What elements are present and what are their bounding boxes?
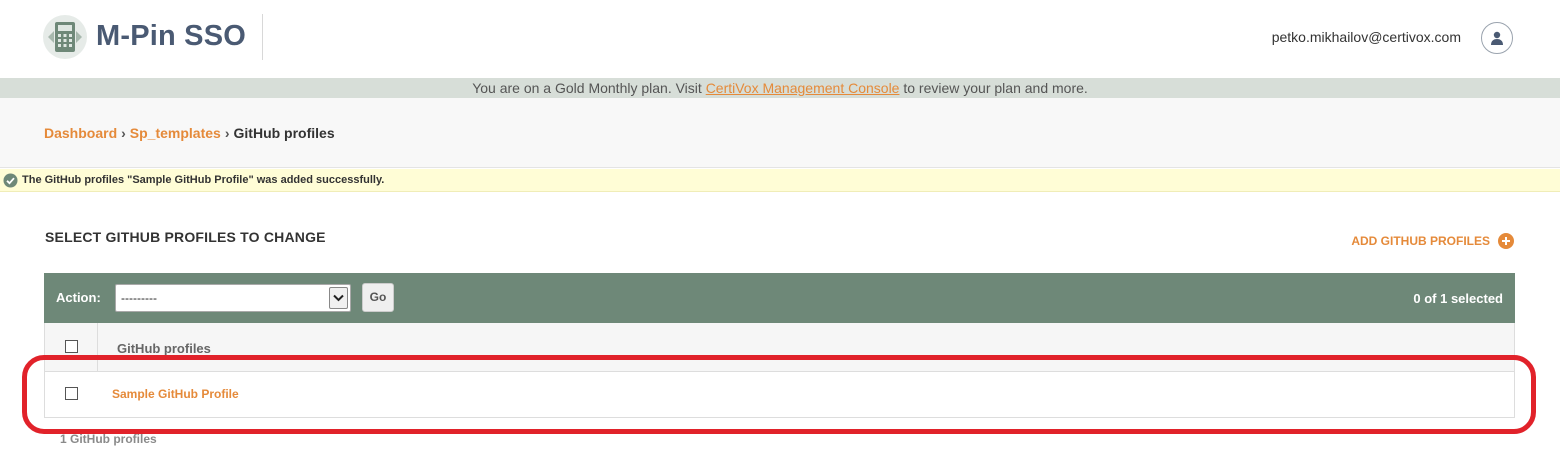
- go-button[interactable]: Go: [362, 283, 394, 312]
- plan-banner-prefix: You are on a Gold Monthly plan. Visit: [472, 80, 706, 96]
- results-table: GitHub profiles Sample GitHub Profile: [44, 323, 1515, 418]
- management-console-link[interactable]: CertiVox Management Console: [706, 80, 900, 96]
- header-divider: [262, 14, 263, 60]
- brand-name[interactable]: M-Pin SSO: [96, 20, 246, 53]
- chevron-down-icon[interactable]: [329, 287, 348, 309]
- breadcrumb: Dashboard › Sp_templates › GitHub profiles: [44, 125, 335, 141]
- select-all-checkbox[interactable]: [65, 340, 78, 353]
- selected-count: 0 of 1 selected: [1413, 291, 1503, 306]
- add-github-profiles-label: ADD GITHUB PROFILES: [1351, 234, 1490, 248]
- action-label: Action:: [56, 290, 101, 305]
- action-bar: Action: --------- Go 0 of 1 selected: [44, 273, 1515, 323]
- plan-banner: You are on a Gold Monthly plan. Visit Ce…: [0, 78, 1560, 98]
- plus-circle-icon: [1498, 233, 1514, 249]
- breadcrumb-dashboard[interactable]: Dashboard: [44, 125, 117, 141]
- select-all-cell: [45, 323, 98, 371]
- paginator: 1 GitHub profiles: [60, 432, 157, 446]
- action-select-value: ---------: [121, 291, 157, 305]
- header: M-Pin SSO petko.mikhailov@certivox.com: [0, 0, 1560, 78]
- action-select[interactable]: ---------: [115, 284, 351, 312]
- breadcrumb-separator: ›: [224, 125, 230, 141]
- success-message: The GitHub profiles "Sample GitHub Profi…: [0, 169, 1560, 192]
- column-header-github-profiles[interactable]: GitHub profiles: [117, 341, 211, 356]
- table-header-row: GitHub profiles: [44, 323, 1515, 372]
- breadcrumbs-bar: Dashboard › Sp_templates › GitHub profiles: [0, 98, 1560, 168]
- checkmark-circle-icon: [3, 173, 18, 188]
- table-row: Sample GitHub Profile: [44, 372, 1515, 418]
- page-title: SELECT GITHUB PROFILES TO CHANGE: [45, 229, 326, 245]
- row-link-sample-github-profile[interactable]: Sample GitHub Profile: [112, 387, 239, 401]
- add-github-profiles-button[interactable]: ADD GITHUB PROFILES: [1351, 233, 1514, 249]
- breadcrumb-current: GitHub profiles: [233, 125, 335, 141]
- success-message-text: The GitHub profiles "Sample GitHub Profi…: [22, 174, 385, 186]
- plan-banner-suffix: to review your plan and more.: [899, 80, 1088, 96]
- user-email[interactable]: petko.mikhailov@certivox.com: [1272, 29, 1461, 45]
- calculator-logo-icon[interactable]: [42, 14, 88, 60]
- user-icon[interactable]: [1481, 22, 1513, 54]
- breadcrumb-separator: ›: [121, 125, 126, 141]
- breadcrumb-sp-templates[interactable]: Sp_templates: [130, 125, 221, 141]
- row-checkbox[interactable]: [65, 387, 78, 400]
- row-select-cell: [45, 372, 98, 417]
